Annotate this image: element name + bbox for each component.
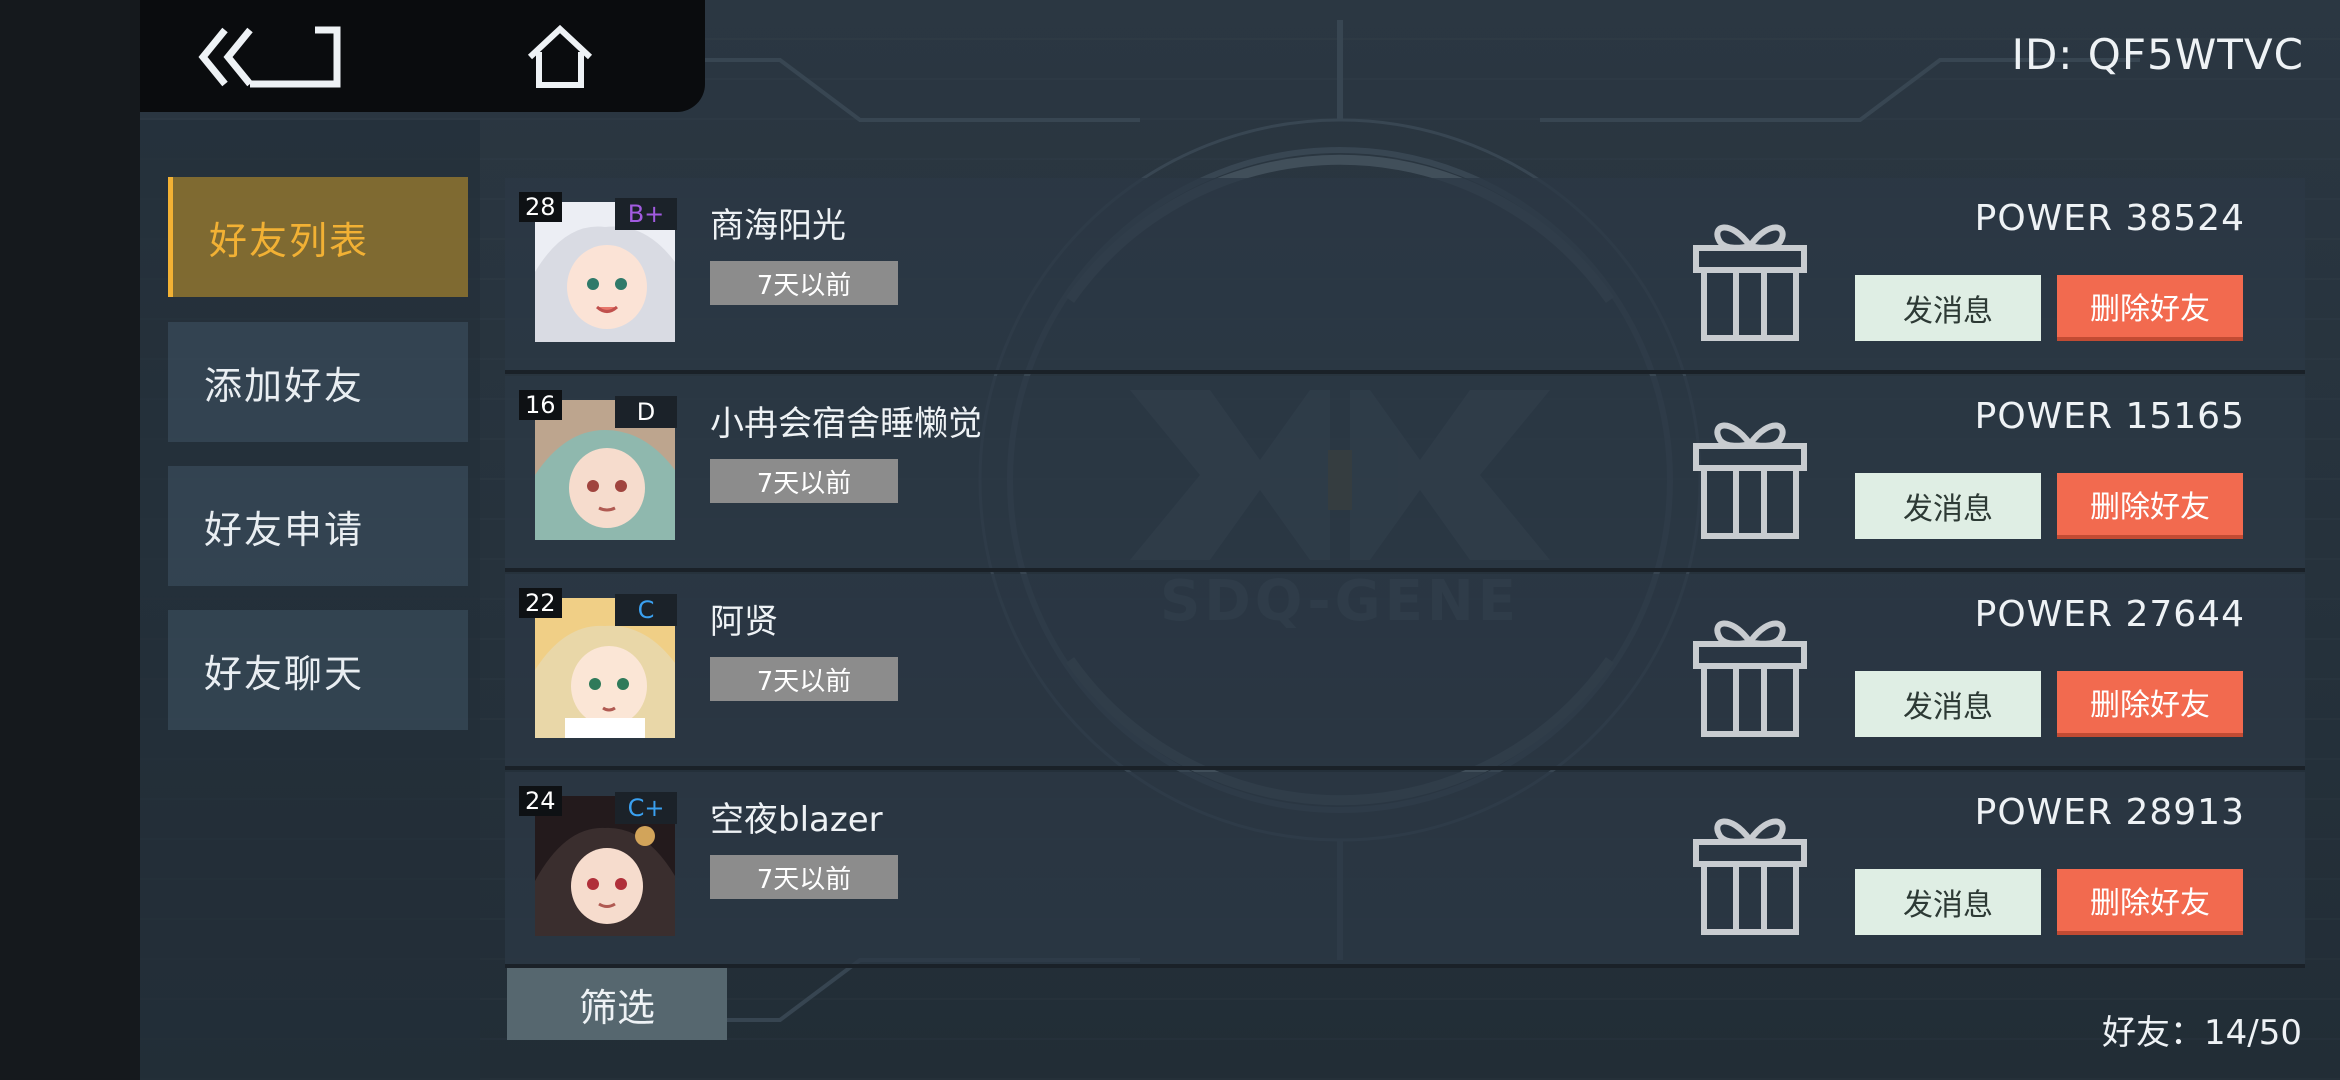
gift-icon[interactable] bbox=[1690, 208, 1810, 344]
power-value: POWER 27644 bbox=[1974, 594, 2245, 635]
level-badge: 24 bbox=[519, 786, 562, 816]
level-badge: 22 bbox=[519, 588, 562, 618]
last-seen-badge: 7天以前 bbox=[710, 459, 898, 503]
friend-name: 小冉会宿舍睡懒觉 bbox=[710, 404, 982, 444]
gift-icon[interactable] bbox=[1690, 604, 1810, 740]
friend-card: 16 D 小冉会宿舍睡懒觉 7天以前 POWER 15165 发消息 删除好友 bbox=[505, 376, 2305, 572]
friend-card: 28 B+ 商海阳光 7天以前 POWER 38524 发消息 删除好友 bbox=[505, 178, 2305, 374]
friend-name: 商海阳光 bbox=[710, 206, 846, 246]
rank-badge: C bbox=[615, 594, 677, 626]
friend-count: 好友：14/50 bbox=[2102, 1013, 2302, 1053]
player-id: ID: QF5WTVC bbox=[2011, 30, 2304, 79]
level-badge: 16 bbox=[519, 390, 562, 420]
rank-badge: D bbox=[615, 396, 677, 428]
last-seen-badge: 7天以前 bbox=[710, 657, 898, 701]
gift-icon[interactable] bbox=[1690, 802, 1810, 938]
game-screen: SDQ-GENE ID: QF5WTVC 好友列表 添加好友 好友申请 好友聊天 bbox=[0, 0, 2340, 1080]
filter-button[interactable]: 筛选 bbox=[507, 968, 727, 1040]
rank-badge: B+ bbox=[615, 198, 677, 230]
gift-icon[interactable] bbox=[1690, 406, 1810, 542]
friend-card: 24 C+ 空夜blazer 7天以前 POWER 28913 发消息 删除好友 bbox=[505, 772, 2305, 968]
delete-friend-button[interactable]: 删除好友 bbox=[2057, 869, 2243, 935]
last-seen-badge: 7天以前 bbox=[710, 855, 898, 899]
left-edge-strip bbox=[0, 0, 140, 1080]
send-message-button[interactable]: 发消息 bbox=[1855, 671, 2041, 737]
friend-name: 阿贤 bbox=[710, 602, 778, 642]
power-value: POWER 28913 bbox=[1974, 792, 2245, 833]
last-seen-badge: 7天以前 bbox=[710, 261, 898, 305]
power-value: POWER 15165 bbox=[1974, 396, 2245, 437]
rank-badge: C+ bbox=[615, 792, 677, 824]
delete-friend-button[interactable]: 删除好友 bbox=[2057, 275, 2243, 341]
friend-card: 22 C 阿贤 7天以前 POWER 27644 发消息 删除好友 bbox=[505, 574, 2305, 770]
send-message-button[interactable]: 发消息 bbox=[1855, 473, 2041, 539]
hexagon-edge-icon bbox=[0, 80, 20, 190]
sidebar-item-friend-list[interactable]: 好友列表 bbox=[168, 177, 468, 297]
sidebar-item-friend-chat[interactable]: 好友聊天 bbox=[168, 610, 468, 730]
level-badge: 28 bbox=[519, 192, 562, 222]
double-chevron-back-icon[interactable] bbox=[195, 22, 345, 92]
delete-friend-button[interactable]: 删除好友 bbox=[2057, 671, 2243, 737]
send-message-button[interactable]: 发消息 bbox=[1855, 869, 2041, 935]
friend-name: 空夜blazer bbox=[710, 800, 883, 840]
sidebar-item-add-friend[interactable]: 添加好友 bbox=[168, 322, 468, 442]
home-icon[interactable] bbox=[525, 22, 595, 92]
power-value: POWER 38524 bbox=[1974, 198, 2245, 239]
sidebar-item-friend-requests[interactable]: 好友申请 bbox=[168, 466, 468, 586]
send-message-button[interactable]: 发消息 bbox=[1855, 275, 2041, 341]
delete-friend-button[interactable]: 删除好友 bbox=[2057, 473, 2243, 539]
